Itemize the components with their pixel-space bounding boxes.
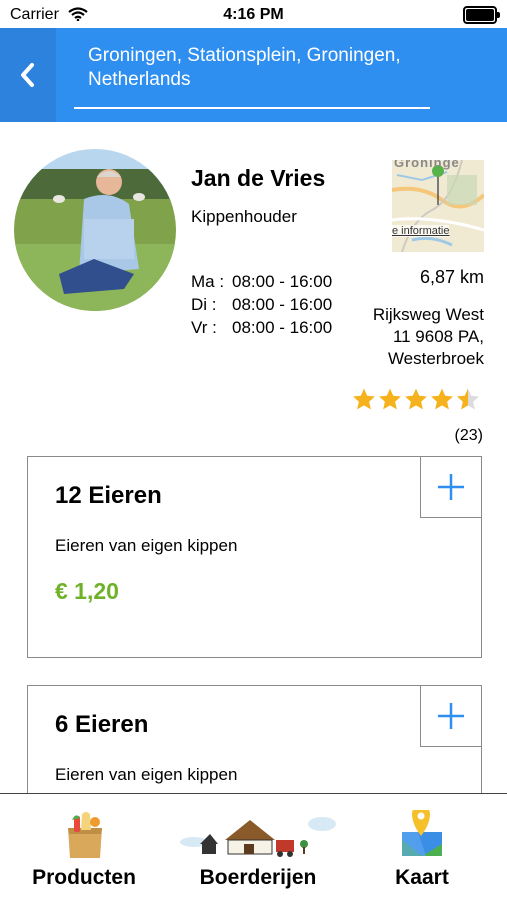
hours-day: Di :: [191, 295, 217, 314]
product-title: 12 Eieren: [55, 482, 162, 509]
hours-time: 08:00 - 16:00: [232, 272, 333, 291]
product-card[interactable]: 6 Eieren Eieren van eigen kippen: [27, 685, 482, 806]
farmer-role: Kippenhouder: [191, 207, 297, 226]
star-rating: [351, 387, 481, 412]
chevron-left-icon: [21, 63, 34, 87]
map-pin-icon: [402, 810, 442, 856]
location-field[interactable]: Groningen, Stationsplein, Groningen, Net…: [88, 44, 438, 92]
plus-icon: [438, 703, 464, 729]
clock: 4:16 PM: [223, 6, 284, 23]
star-icon: [353, 388, 375, 410]
plus-icon: [438, 474, 464, 500]
tab-map[interactable]: Kaart: [372, 794, 472, 901]
tab-products[interactable]: Producten: [18, 794, 150, 901]
tab-bar: Producten Boerderijen Kaart: [0, 793, 507, 901]
star-icon: [431, 388, 453, 410]
star-icon: [405, 388, 427, 410]
tab-farms[interactable]: Boerderijen: [178, 794, 338, 901]
farmer-name: Jan de Vries: [191, 165, 326, 191]
hours-time: 08:00 - 16:00: [232, 318, 333, 337]
hours-time: 08:00 - 16:00: [232, 295, 333, 314]
location-header: Groningen, Stationsplein, Groningen, Net…: [0, 28, 507, 122]
add-to-cart-button[interactable]: [420, 456, 482, 518]
address-line: 11 9608 PA,: [392, 327, 484, 346]
product-description: Eieren van eigen kippen: [55, 536, 238, 555]
grocery-bag-icon: [68, 812, 102, 858]
hours-day: Ma :: [191, 272, 225, 291]
product-price: € 1,20: [55, 578, 119, 604]
back-button[interactable]: [0, 28, 56, 122]
distance-label: 6,87 km: [419, 267, 484, 287]
hours-day: Vr :: [191, 318, 217, 337]
half-star-icon: [457, 388, 479, 410]
farm-address: Rijksweg West 11 9608 PA, Westerbroek: [373, 304, 484, 370]
location-underline: [74, 107, 430, 109]
battery-icon: [463, 6, 500, 24]
map-info-link[interactable]: e informatie: [392, 225, 450, 237]
farm-icon: [180, 817, 336, 857]
review-count: (23): [454, 427, 483, 444]
tab-label: Kaart: [395, 866, 449, 889]
address-line: Westerbroek: [387, 349, 484, 368]
farmer-avatar: [14, 149, 176, 311]
mini-map[interactable]: Groninge e informatie: [392, 160, 484, 252]
product-title: 6 Eieren: [55, 711, 149, 738]
hours-row: Vr : 08:00 - 16:00: [191, 316, 332, 339]
status-bar: Carrier 4:16 PM: [0, 0, 507, 28]
tab-label: Boerderijen: [199, 866, 317, 889]
product-description: Eieren van eigen kippen: [55, 765, 238, 784]
hours-row: Di : 08:00 - 16:00: [191, 293, 332, 316]
tab-label: Producten: [32, 866, 136, 889]
address-line: Rijksweg West: [372, 305, 484, 324]
map-place-label: Groninge: [394, 160, 460, 170]
product-card[interactable]: 12 Eieren Eieren van eigen kippen € 1,20: [27, 456, 482, 658]
opening-hours: Ma : 08:00 - 16:00 Di : 08:00 - 16:00 Vr…: [191, 270, 332, 339]
add-to-cart-button[interactable]: [420, 685, 482, 747]
hours-row: Ma : 08:00 - 16:00: [191, 270, 332, 293]
star-icon: [379, 388, 401, 410]
